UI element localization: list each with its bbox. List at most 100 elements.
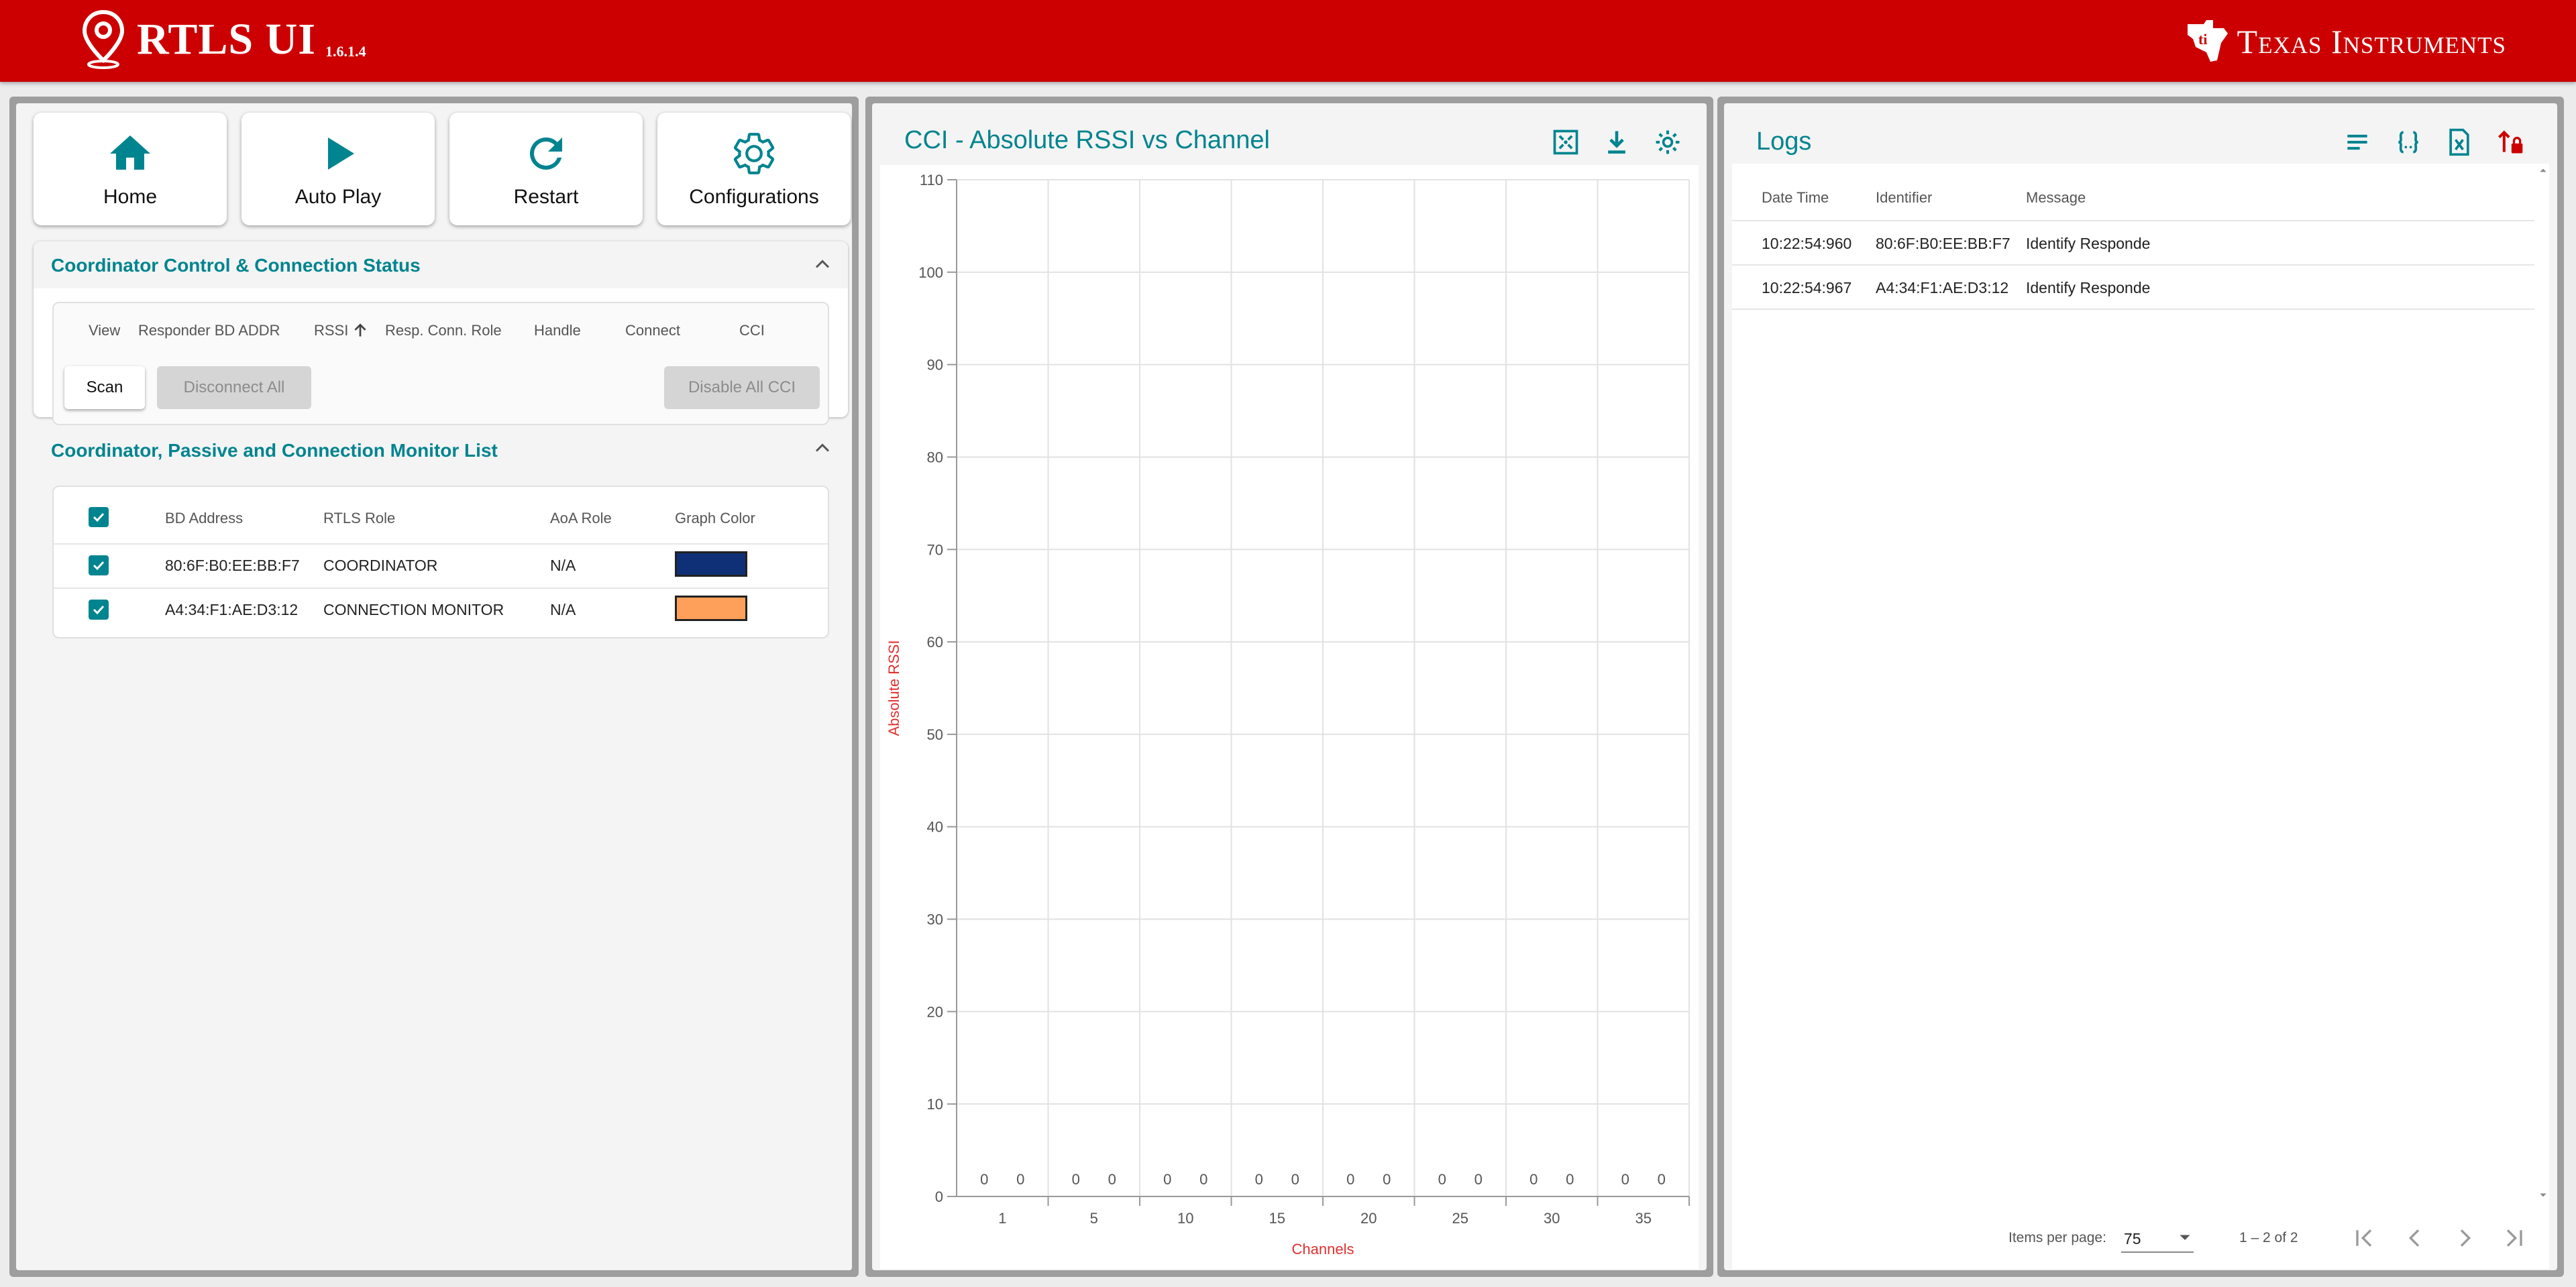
bar-value-label: 0: [1658, 1171, 1666, 1188]
restart-button[interactable]: Restart: [449, 113, 643, 225]
previous-page-icon[interactable]: [2402, 1225, 2428, 1251]
x-tick-label: 1: [998, 1210, 1006, 1227]
next-page-icon[interactable]: [2451, 1225, 2478, 1251]
y-tick-label: 20: [927, 1003, 943, 1020]
y-tick-label: 80: [927, 449, 943, 465]
bar-value-label: 0: [1621, 1171, 1629, 1188]
bar-value-label: 0: [980, 1171, 988, 1188]
auto-play-button[interactable]: Auto Play: [241, 113, 435, 225]
auto-play-label: Auto Play: [294, 186, 382, 208]
first-page-icon[interactable]: [2351, 1225, 2377, 1251]
monitor-table: BD Address RTLS Role AoA Role Graph Colo…: [52, 486, 829, 638]
log-scrollbar[interactable]: [2537, 164, 2549, 1202]
sort-arrow-up-icon[interactable]: [352, 322, 369, 339]
items-per-page-select[interactable]: 75: [2121, 1223, 2194, 1253]
log-time: 10:22:54:960: [1762, 235, 1852, 252]
chevron-up-icon[interactable]: [810, 436, 835, 460]
monitor-list-section: Coordinator, Passive and Connection Moni…: [34, 425, 848, 707]
graph-color-swatch[interactable]: [675, 551, 747, 577]
bar-value-label: 0: [1383, 1171, 1391, 1188]
chevron-up-icon[interactable]: [810, 252, 835, 276]
disconnect-all-button[interactable]: Disconnect All: [157, 366, 311, 409]
texas-instruments-logo-icon: ti: [2187, 20, 2228, 62]
logs-title: Logs: [1756, 127, 1812, 156]
bd-address: 80:6F:B0:EE:BB:F7: [165, 557, 300, 574]
wrap-text-icon[interactable]: [2343, 127, 2372, 157]
y-tick-label: 60: [927, 634, 943, 651]
app-title: RTLS UI: [137, 15, 316, 64]
home-label: Home: [103, 186, 158, 208]
scroll-up-arrow-icon[interactable]: [2539, 166, 2547, 174]
y-axis-label: Absolute RSSI: [885, 640, 902, 736]
col-graph-color: Graph Color: [675, 510, 755, 526]
row-checkbox[interactable]: [89, 600, 109, 620]
ti-logo: ti Texas Instruments: [2184, 19, 2506, 64]
y-tick-label: 10: [927, 1096, 943, 1113]
y-tick-label: 30: [927, 911, 943, 928]
y-tick-label: 110: [920, 172, 943, 188]
col-handle: Handle: [534, 322, 581, 339]
rssi-chart-area: 0 10 20 30 40 50 60 70 80 90 100 110 1 0 0 5 0 0 10 0 0 15 0 0 2…: [880, 165, 1699, 1269]
col-aoa-role: AoA Role: [550, 510, 612, 526]
bar-value-label: 0: [1291, 1171, 1299, 1188]
col-rssi[interactable]: RSSI: [314, 322, 348, 339]
bar-value-label: 0: [1163, 1171, 1171, 1188]
col-responder-addr: Responder BD ADDR: [138, 322, 280, 339]
bar-value-label: 0: [1529, 1171, 1538, 1188]
bar-value-label: 0: [1072, 1171, 1080, 1188]
col-date-time: Date Time: [1762, 189, 1829, 206]
home-icon: [110, 135, 150, 170]
configurations-button[interactable]: Configurations: [657, 113, 851, 225]
coordinator-control-section: Coordinator Control & Connection Status …: [34, 241, 848, 425]
check-icon: [93, 512, 105, 522]
dropdown-arrow-icon: [2180, 1235, 2190, 1240]
disable-all-cci-button[interactable]: Disable All CCI: [664, 366, 820, 409]
graph-color-swatch[interactable]: [675, 596, 747, 621]
log-identifier: A4:34:F1:AE:D3:12: [1876, 279, 2009, 296]
col-resp-conn-role: Resp. Conn. Role: [385, 322, 502, 339]
bar-value-label: 0: [1474, 1171, 1483, 1188]
zoom-reset-icon[interactable]: [1551, 127, 1580, 157]
chart-settings-gear-icon[interactable]: [1653, 127, 1682, 157]
select-all-checkbox[interactable]: [89, 507, 109, 527]
bar-value-label: 0: [1016, 1171, 1024, 1188]
scan-button[interactable]: Scan: [64, 366, 145, 409]
x-axis-label: Channels: [1292, 1241, 1354, 1257]
log-message: Identify Responde: [2026, 235, 2151, 252]
x-tick-label: 30: [1544, 1210, 1560, 1227]
x-tick-label: 35: [1635, 1210, 1652, 1227]
y-tick-label: 50: [927, 726, 943, 743]
scroll-down-arrow-icon[interactable]: [2539, 1191, 2547, 1199]
x-tick-label: 25: [1452, 1210, 1468, 1227]
x-tick-label: 15: [1269, 1210, 1285, 1227]
json-icon[interactable]: [2394, 127, 2423, 157]
logs-panel: Logs Date Time Identifier Message 10:22:…: [1717, 97, 2564, 1277]
app-header: RTLS UI 1.6.1.4 ti Texas Instruments: [0, 0, 2576, 82]
row-checkbox[interactable]: [89, 555, 109, 575]
y-tick-label: 70: [927, 541, 943, 558]
rssi-bar-chart: 010203040506070809010011010 050 0100 0150 02…: [885, 172, 1690, 1257]
col-bd-address: BD Address: [165, 510, 244, 526]
bar-value-label: 0: [1346, 1171, 1354, 1188]
last-page-icon[interactable]: [2501, 1225, 2528, 1251]
col-connect: Connect: [625, 322, 680, 339]
logs-table: Date Time Identifier Message 10:22:54:96…: [1732, 164, 2549, 1269]
scroll-lock-icon[interactable]: [2496, 127, 2525, 157]
y-tick-label: 90: [927, 357, 943, 374]
play-icon: [328, 137, 354, 170]
bar-value-label: 0: [1566, 1171, 1574, 1188]
bd-address: A4:34:F1:AE:D3:12: [165, 601, 299, 618]
excel-export-icon[interactable]: [2445, 127, 2474, 157]
home-button[interactable]: Home: [34, 113, 227, 225]
col-view: View: [89, 322, 121, 339]
items-per-page-value: 75: [2124, 1230, 2141, 1247]
page-range-label: 1 – 2 of 2: [2239, 1230, 2298, 1245]
col-cci: CCI: [739, 322, 765, 339]
bar-value-label: 0: [1108, 1171, 1116, 1188]
bar-value-label: 0: [1438, 1171, 1446, 1188]
restart-icon: [529, 137, 562, 170]
configurations-label: Configurations: [689, 186, 819, 208]
bar-value-label: 0: [1199, 1171, 1208, 1188]
download-icon[interactable]: [1602, 127, 1631, 157]
restart-label: Restart: [513, 186, 579, 208]
